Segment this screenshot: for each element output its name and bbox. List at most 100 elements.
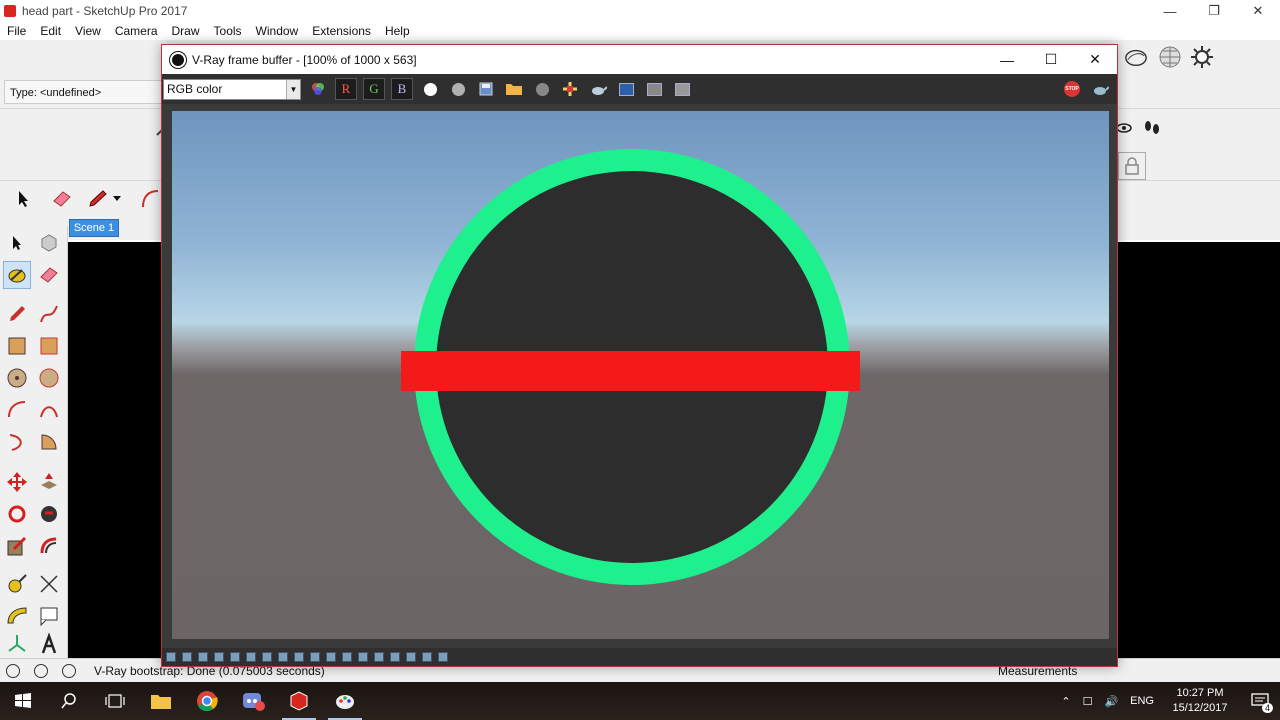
text-icon[interactable] <box>35 602 63 630</box>
paint-bucket-icon[interactable] <box>3 261 31 289</box>
select-tool-icon[interactable] <box>12 187 36 211</box>
restore-button[interactable]: ❐ <box>1192 0 1236 22</box>
minimize-button[interactable]: — <box>1148 0 1192 22</box>
language-indicator[interactable]: ENG <box>1124 695 1160 707</box>
volume-icon[interactable]: 🔊 <box>1098 695 1124 708</box>
rotate-icon[interactable] <box>3 500 31 528</box>
track-mouse-icon[interactable] <box>559 78 581 100</box>
follow-me-icon[interactable] <box>35 500 63 528</box>
chevron-down-icon[interactable] <box>110 187 124 211</box>
compare-ab-icon[interactable] <box>406 652 416 662</box>
pencil-tool-icon[interactable] <box>86 187 110 211</box>
select-icon[interactable] <box>3 229 31 257</box>
circle-icon[interactable] <box>3 364 31 392</box>
push-pull-icon[interactable] <box>35 468 63 496</box>
walk-tool-icon[interactable] <box>1140 116 1164 140</box>
stamp-icon[interactable] <box>374 652 384 662</box>
line-icon[interactable] <box>3 300 31 328</box>
protractor-icon[interactable] <box>3 602 31 630</box>
rotated-rectangle-icon[interactable] <box>35 332 63 360</box>
settings-icon[interactable] <box>438 652 448 662</box>
mono-icon[interactable] <box>447 78 469 100</box>
start-button[interactable] <box>0 682 46 720</box>
curve-icon[interactable] <box>294 652 304 662</box>
network-icon[interactable]: ☐ <box>1077 695 1099 708</box>
globe-icon[interactable] <box>1158 45 1182 69</box>
tab-scene-1[interactable]: Scene 1 <box>69 219 119 237</box>
search-icon[interactable] <box>46 682 92 720</box>
arc-icon[interactable] <box>3 396 31 424</box>
render-teapot-icon[interactable] <box>1089 78 1111 100</box>
save-image-icon[interactable] <box>475 78 497 100</box>
rendered-image[interactable] <box>172 111 1109 639</box>
two-point-arc-icon[interactable] <box>35 396 63 424</box>
menu-extensions[interactable]: Extensions <box>305 24 378 38</box>
sample-info-icon[interactable] <box>182 652 192 662</box>
axes-icon[interactable] <box>3 630 31 658</box>
paint-icon[interactable] <box>322 682 368 720</box>
pie-icon[interactable] <box>35 428 63 456</box>
lens-effects-icon[interactable] <box>671 78 693 100</box>
compare-h-icon[interactable] <box>390 652 400 662</box>
3d-text-icon[interactable] <box>35 630 63 658</box>
geolocation-icon[interactable] <box>6 663 20 678</box>
scale-icon[interactable] <box>3 532 31 560</box>
vfb-minimize-button[interactable]: — <box>985 45 1029 74</box>
menu-view[interactable]: View <box>68 24 108 38</box>
stop-render-button[interactable]: STOP <box>1061 78 1083 100</box>
white-balance-icon[interactable] <box>230 652 240 662</box>
xray-icon[interactable] <box>1124 45 1148 69</box>
menu-window[interactable]: Window <box>249 24 306 38</box>
compare-icon[interactable] <box>615 78 637 100</box>
info-icon[interactable] <box>34 663 48 678</box>
eraser-icon[interactable] <box>35 261 63 289</box>
menu-tools[interactable]: Tools <box>207 24 249 38</box>
eraser-tool-icon[interactable] <box>50 187 74 211</box>
color-balance-icon[interactable] <box>262 652 272 662</box>
close-button[interactable]: ✕ <box>1236 0 1280 22</box>
blue-channel-button[interactable]: B <box>391 78 413 100</box>
menu-camera[interactable]: Camera <box>108 24 165 38</box>
vfb-close-button[interactable]: ✕ <box>1073 45 1117 74</box>
lut-icon[interactable] <box>310 652 320 662</box>
green-channel-button[interactable]: G <box>363 78 385 100</box>
vfb-maximize-button[interactable]: ☐ <box>1029 45 1073 74</box>
hue-saturation-icon[interactable] <box>246 652 256 662</box>
ocio-icon[interactable] <box>326 652 336 662</box>
file-explorer-icon[interactable] <box>138 682 184 720</box>
lock-icon[interactable] <box>1118 152 1146 180</box>
menu-help[interactable]: Help <box>378 24 417 38</box>
render-teapot-icon[interactable] <box>587 78 609 100</box>
red-channel-button[interactable]: R <box>335 78 357 100</box>
notification-icon[interactable]: 4 <box>1240 682 1280 720</box>
sketchup-taskbar-icon[interactable] <box>276 682 322 720</box>
arc-tool-icon[interactable] <box>138 187 162 211</box>
region-render-icon[interactable] <box>643 78 665 100</box>
menu-draw[interactable]: Draw <box>165 24 207 38</box>
three-point-arc-icon[interactable] <box>3 428 31 456</box>
tape-measure-icon[interactable] <box>3 570 31 598</box>
exposure-icon[interactable] <box>214 652 224 662</box>
task-view-icon[interactable] <box>92 682 138 720</box>
freehand-icon[interactable] <box>35 300 63 328</box>
chevron-up-icon[interactable]: ⌃ <box>1055 695 1076 708</box>
polygon-icon[interactable] <box>35 364 63 392</box>
dimension-icon[interactable] <box>35 570 63 598</box>
menu-edit[interactable]: Edit <box>33 24 68 38</box>
color-correction-icon[interactable] <box>198 652 208 662</box>
menu-file[interactable]: File <box>0 24 33 38</box>
pin-icon[interactable] <box>422 652 432 662</box>
open-image-icon[interactable] <box>503 78 525 100</box>
clock[interactable]: 10:27 PM 15/12/2017 <box>1160 686 1240 716</box>
sun-settings-icon[interactable] <box>1190 45 1214 69</box>
histogram-icon[interactable] <box>358 652 368 662</box>
discord-icon[interactable] <box>230 682 276 720</box>
background-icon[interactable] <box>342 652 352 662</box>
alpha-white-icon[interactable] <box>419 78 441 100</box>
channel-dropdown[interactable]: RGB color ▼ <box>163 78 301 100</box>
component-icon[interactable] <box>35 229 63 257</box>
clear-image-icon[interactable] <box>531 78 553 100</box>
history-icon[interactable] <box>166 652 176 662</box>
offset-icon[interactable] <box>35 532 63 560</box>
move-icon[interactable] <box>3 468 31 496</box>
